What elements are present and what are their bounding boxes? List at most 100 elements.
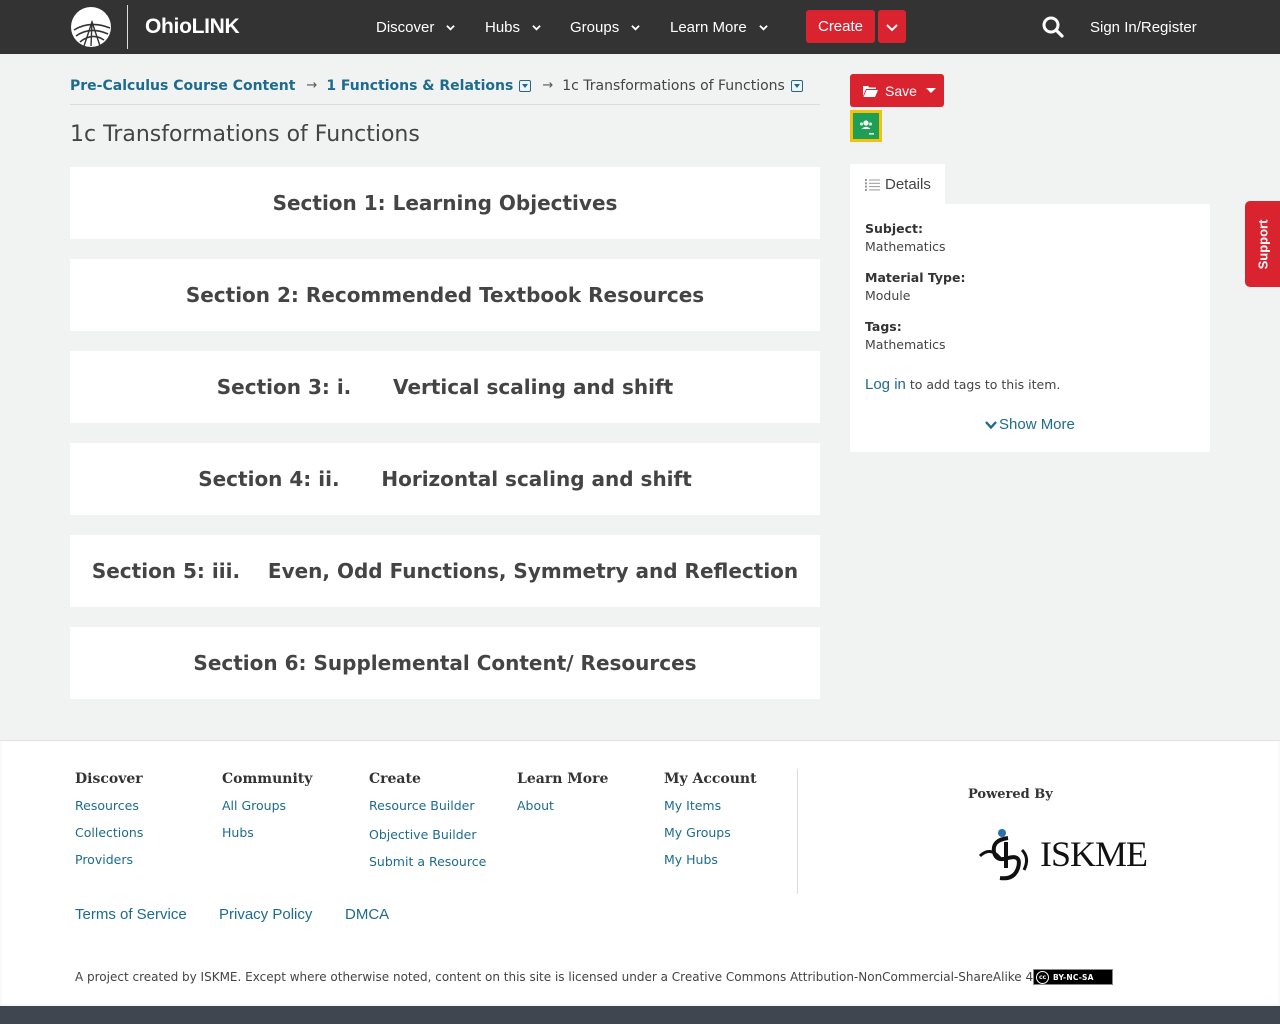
powered-by-label: Powered By <box>968 787 1053 802</box>
create-button[interactable]: Create <box>806 10 875 43</box>
nav-learn-more[interactable]: Learn More <box>670 0 768 54</box>
classroom-person-icon <box>859 120 874 135</box>
section-title: Section 5: iii. Even, Odd Functions, Sym… <box>91 559 799 583</box>
support-label: Support <box>1255 219 1271 269</box>
section-card[interactable]: Section 1: Learning Objectives <box>70 167 820 239</box>
footer-heading: Community <box>222 771 313 787</box>
footer-heading: Learn More <box>517 771 609 787</box>
breadcrumb-item-functions[interactable]: 1 Functions & Relations <box>326 78 513 94</box>
breadcrumb-dropdown-icon[interactable] <box>519 80 532 92</box>
tags-label: Tags: <box>865 319 902 334</box>
nav-hubs-label: Hubs <box>485 18 521 36</box>
footer-link-collections[interactable]: Collections <box>75 825 143 840</box>
breadcrumb: Pre-Calculus Course Content → 1 Function… <box>70 78 820 105</box>
chevron-down-icon <box>985 420 997 429</box>
section-card[interactable]: Section 2: Recommended Textbook Resource… <box>70 259 820 331</box>
save-button[interactable]: Save <box>850 74 944 107</box>
dmca-link[interactable]: DMCA <box>345 906 389 923</box>
list-icon <box>865 178 880 191</box>
footer-column-community: Community All Groups Hubs <box>222 771 312 852</box>
footer-column-create: Create Resource Builder Objective Builde… <box>369 771 486 881</box>
footer-link-resource-builder[interactable]: Resource Builder <box>369 798 486 813</box>
login-link[interactable]: Log in <box>865 376 906 393</box>
chevron-down-icon <box>631 24 640 31</box>
folder-open-icon <box>863 85 878 97</box>
section-title: Section 3: i. Vertical scaling and shift <box>216 375 674 399</box>
tab-details[interactable]: Details <box>850 164 945 205</box>
footer-link-my-groups[interactable]: My Groups <box>664 825 757 840</box>
footer-heading: Create <box>369 771 421 787</box>
footer-link-my-hubs[interactable]: My Hubs <box>664 852 757 867</box>
section-title: Section 2: Recommended Textbook Resource… <box>185 283 705 307</box>
chevron-down-icon <box>758 24 768 31</box>
section-card[interactable]: Section 3: i. Vertical scaling and shift <box>70 351 820 423</box>
footer-link-about[interactable]: About <box>517 798 608 813</box>
search-icon[interactable] <box>1041 15 1065 39</box>
caret-down-icon <box>925 88 936 93</box>
footer-heading: My Account <box>664 771 757 787</box>
footer-divider <box>797 769 798 894</box>
show-more-button[interactable]: Show More <box>985 416 1075 433</box>
footer-link-hubs[interactable]: Hubs <box>222 825 312 840</box>
section-title: Section 4: ii. Horizontal scaling and sh… <box>198 467 692 491</box>
section-title: Section 1: Learning Objectives <box>272 191 618 215</box>
breadcrumb-separator: → <box>306 78 318 93</box>
bottom-strip <box>0 1006 1280 1024</box>
nav-groups-label: Groups <box>570 18 620 36</box>
footer-heading: Discover <box>75 771 143 787</box>
google-classroom-share-button[interactable] <box>850 110 882 142</box>
breadcrumb-item-course[interactable]: Pre-Calculus Course Content <box>70 78 295 94</box>
sign-in-register-link[interactable]: Sign In/Register <box>1090 0 1197 54</box>
section-card[interactable]: Section 4: ii. Horizontal scaling and sh… <box>70 443 820 515</box>
chevron-down-icon <box>446 24 456 31</box>
cc-license-badge[interactable]: cc BY-NC-SA <box>1033 969 1113 985</box>
footer-link-providers[interactable]: Providers <box>75 852 143 867</box>
footer-column-my-account: My Account My Items My Groups My Hubs <box>664 771 757 879</box>
subject-value: Mathematics <box>865 239 946 254</box>
login-to-tag-text: Log in to add tags to this item. <box>865 376 1060 393</box>
iskme-logo[interactable]: ISKME <box>978 824 1148 884</box>
privacy-policy-link[interactable]: Privacy Policy <box>219 906 312 923</box>
breadcrumb-separator: → <box>542 78 554 93</box>
footer-link-my-items[interactable]: My Items <box>664 798 757 813</box>
support-tab[interactable]: Support <box>1245 201 1280 287</box>
ohiolink-logo[interactable]: OhioLINK <box>70 5 240 49</box>
footer: Discover Resources Collections Providers… <box>0 740 1280 1006</box>
nav-learn-more-label: Learn More <box>670 18 747 36</box>
footer-link-objective-builder[interactable]: Objective Builder <box>369 827 486 842</box>
login-suffix: to add tags to this item. <box>905 377 1061 392</box>
breadcrumb-dropdown-icon[interactable] <box>790 80 803 92</box>
section-title: Section 6: Supplemental Content/ Resourc… <box>193 651 697 675</box>
iskme-swirl-icon <box>978 829 1029 881</box>
chevron-down-icon <box>886 23 898 31</box>
footer-link-submit-resource[interactable]: Submit a Resource <box>369 854 486 869</box>
terms-of-service-link[interactable]: Terms of Service <box>75 906 187 923</box>
subject-label: Subject: <box>865 221 923 236</box>
cc-icon: cc <box>1036 970 1049 984</box>
section-card[interactable]: Section 6: Supplemental Content/ Resourc… <box>70 627 820 699</box>
footer-column-learn-more: Learn More About <box>517 771 608 825</box>
material-type-value: Module <box>865 288 911 303</box>
nav-discover-label: Discover <box>376 18 435 36</box>
nav-groups[interactable]: Groups <box>570 0 640 54</box>
material-type-label: Material Type: <box>865 270 966 285</box>
chevron-down-icon <box>532 24 541 31</box>
logo-divider <box>127 5 128 49</box>
footer-link-resources[interactable]: Resources <box>75 798 143 813</box>
show-more-label: Show More <box>999 416 1075 433</box>
footer-column-discover: Discover Resources Collections Providers <box>75 771 143 879</box>
create-dropdown-button[interactable] <box>878 10 906 43</box>
save-label: Save <box>885 82 917 99</box>
nav-discover[interactable]: Discover <box>376 0 456 54</box>
nav-hubs[interactable]: Hubs <box>485 0 541 54</box>
details-panel: Subject: Mathematics Material Type: Modu… <box>850 204 1210 452</box>
top-navbar: OhioLINK Discover Hubs Groups Learn More… <box>0 0 1280 54</box>
footer-link-all-groups[interactable]: All Groups <box>222 798 312 813</box>
google-classroom-icon <box>853 113 879 139</box>
section-card[interactable]: Section 5: iii. Even, Odd Functions, Sym… <box>70 535 820 607</box>
cc-badge-text: BY-NC-SA <box>1053 972 1094 982</box>
ohiolink-globe-icon <box>71 7 111 47</box>
page-title: 1c Transformations of Functions <box>70 122 420 147</box>
license-text: A project created by ISKME. Except where… <box>75 970 1098 984</box>
tab-details-label: Details <box>885 176 931 193</box>
